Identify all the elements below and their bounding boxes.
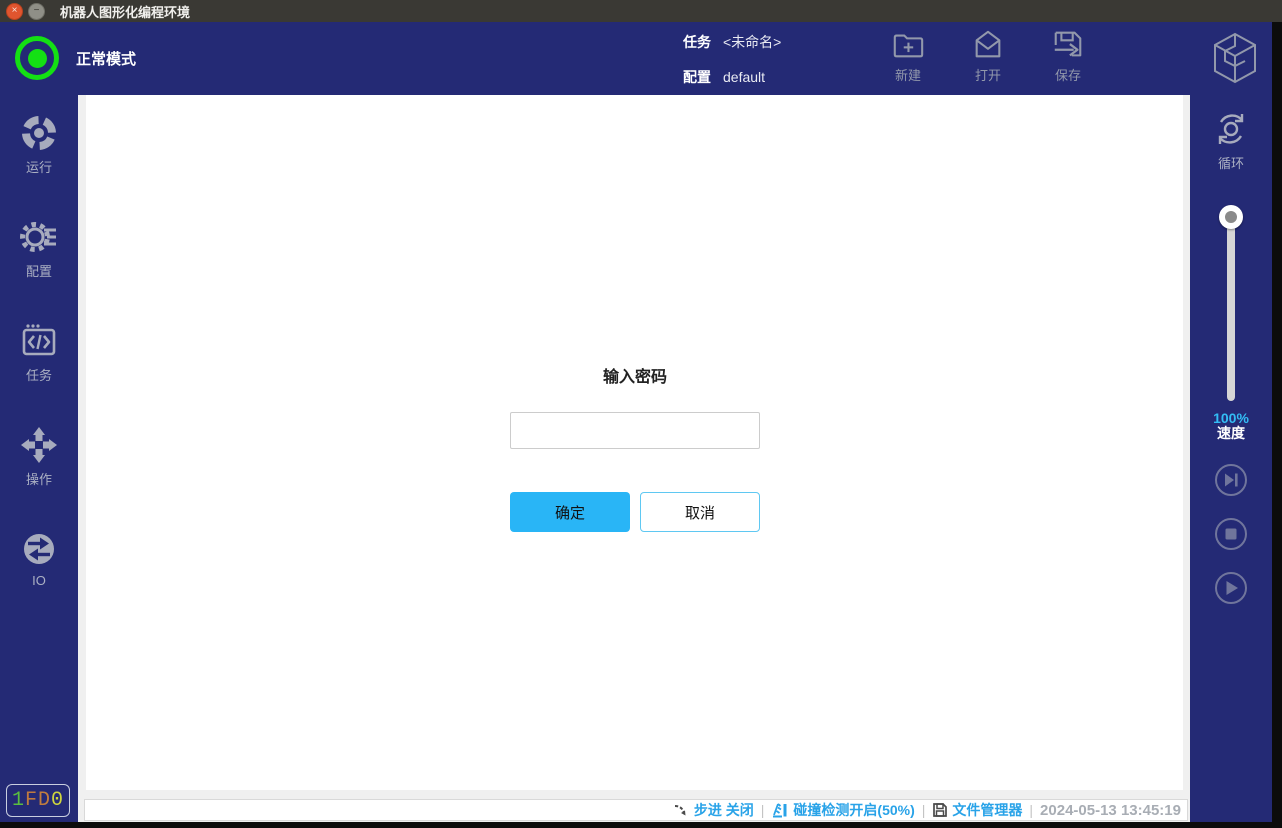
sidebar-item-io[interactable]: IO — [19, 529, 59, 588]
play-icon — [1214, 571, 1248, 605]
open-task-label: 打开 — [975, 65, 1001, 84]
window-edge-right — [1272, 22, 1282, 828]
left-sidebar: 运行 配置 任务 — [0, 95, 78, 822]
badge-char: D — [38, 789, 51, 812]
new-task-icon — [891, 28, 925, 62]
save-task-label: 保存 — [1055, 65, 1081, 84]
cancel-button[interactable]: 取消 — [640, 492, 760, 532]
sidebar-item-task-label: 任务 — [26, 365, 52, 384]
window-edge-bottom — [0, 822, 1282, 828]
sidebar-item-run-label: 运行 — [26, 157, 52, 176]
status-badge: 1FD0 — [6, 784, 70, 817]
close-icon[interactable]: × — [6, 3, 23, 20]
sidebar-item-config[interactable]: 配置 — [19, 217, 59, 280]
window-title: 机器人图形化编程环境 — [60, 2, 190, 21]
save-task-button[interactable]: 保存 — [1036, 28, 1100, 90]
content-background: 输入密码 确定 取消 步进 关闭 | 碰撞检测开启(50%) | — [78, 95, 1190, 822]
slider-knob-dot — [1225, 211, 1237, 223]
sidebar-item-jog[interactable]: 操作 — [19, 425, 59, 488]
sidebar-item-run[interactable]: 运行 — [19, 113, 59, 176]
badge-char: 1 — [12, 789, 25, 812]
separator: | — [922, 802, 926, 818]
speed-label: 速度 — [1190, 426, 1272, 441]
config-gear-icon — [19, 217, 59, 257]
separator: | — [1029, 802, 1033, 818]
stop-button[interactable] — [1214, 517, 1248, 551]
task-config-block: 任务 <未命名> 配置 default — [683, 32, 781, 87]
save-task-icon — [1051, 28, 1085, 62]
datetime: 2024-05-13 13:45:19 — [1040, 802, 1181, 819]
mode-status-icon — [15, 36, 59, 80]
main-panel: 输入密码 确定 取消 — [86, 95, 1183, 790]
password-input[interactable] — [510, 412, 760, 449]
task-row: 任务 <未命名> — [683, 32, 781, 52]
config-value: default — [723, 69, 765, 85]
brand-logo — [1212, 32, 1258, 84]
titlebar: × − 机器人图形化编程环境 — [0, 0, 1282, 22]
open-task-icon — [971, 28, 1005, 62]
badge-char: F — [25, 789, 38, 812]
disk-icon — [932, 802, 948, 818]
io-swap-icon — [19, 529, 59, 569]
collision-status[interactable]: 碰撞检测开启(50%) — [771, 800, 914, 820]
loop-cycle-icon — [1211, 109, 1251, 149]
top-navbar: 正常模式 任务 <未命名> 配置 default 新建 打开 — [0, 22, 1272, 95]
sidebar-item-config-label: 配置 — [26, 261, 52, 280]
speed-slider-knob[interactable] — [1219, 205, 1243, 229]
step-status[interactable]: 步进 关闭 — [673, 800, 754, 820]
speed-percent: 100% — [1190, 411, 1272, 426]
dialog-title: 输入密码 — [510, 363, 760, 387]
loop-toggle[interactable]: 循环 — [1190, 109, 1272, 172]
task-value: <未命名> — [723, 32, 781, 52]
new-task-button[interactable]: 新建 — [876, 28, 940, 90]
speed-readout: 100% 速度 — [1190, 411, 1272, 441]
new-task-label: 新建 — [895, 65, 921, 84]
stop-icon — [1214, 517, 1248, 551]
dialog-buttons: 确定 取消 — [510, 492, 760, 532]
badge-char: 0 — [51, 789, 64, 812]
collision-clamp-icon — [771, 801, 789, 819]
config-label: 配置 — [683, 67, 711, 87]
step-status-label: 步进 关闭 — [694, 800, 754, 820]
run-icon — [19, 113, 59, 153]
task-code-icon — [19, 321, 59, 361]
cube-logo-icon — [1212, 32, 1258, 84]
step-next-icon — [1214, 463, 1248, 497]
speed-slider — [1190, 205, 1272, 405]
loop-label: 循环 — [1218, 153, 1244, 172]
playback-controls — [1190, 463, 1272, 605]
play-button[interactable] — [1214, 571, 1248, 605]
separator: | — [761, 802, 765, 818]
step-next-button[interactable] — [1214, 463, 1248, 497]
speed-slider-track[interactable] — [1227, 219, 1235, 401]
file-manager-link[interactable]: 文件管理器 — [932, 800, 1022, 820]
sidebar-item-io-label: IO — [32, 573, 46, 588]
minimize-icon[interactable]: − — [28, 3, 45, 20]
green-dot-icon — [28, 49, 47, 68]
jog-arrows-icon — [19, 425, 59, 465]
confirm-button[interactable]: 确定 — [510, 492, 630, 532]
sidebar-item-jog-label: 操作 — [26, 469, 52, 488]
open-task-button[interactable]: 打开 — [956, 28, 1020, 90]
file-manager-label: 文件管理器 — [952, 800, 1022, 820]
mode-label: 正常模式 — [76, 22, 136, 95]
right-sidebar: 循环 100% 速度 — [1190, 95, 1272, 822]
collision-status-label: 碰撞检测开启(50%) — [793, 800, 914, 820]
step-arrow-icon — [673, 802, 690, 819]
sidebar-item-task[interactable]: 任务 — [19, 321, 59, 384]
left-sidebar-items: 运行 配置 任务 — [0, 95, 78, 588]
config-row: 配置 default — [683, 67, 781, 87]
task-label: 任务 — [683, 32, 711, 52]
navbar-actions: 新建 打开 保存 — [876, 28, 1100, 90]
status-bar: 步进 关闭 | 碰撞检测开启(50%) | 文件管理器 | 2024-05-13… — [84, 799, 1188, 821]
password-dialog: 输入密码 确定 取消 — [510, 363, 760, 532]
